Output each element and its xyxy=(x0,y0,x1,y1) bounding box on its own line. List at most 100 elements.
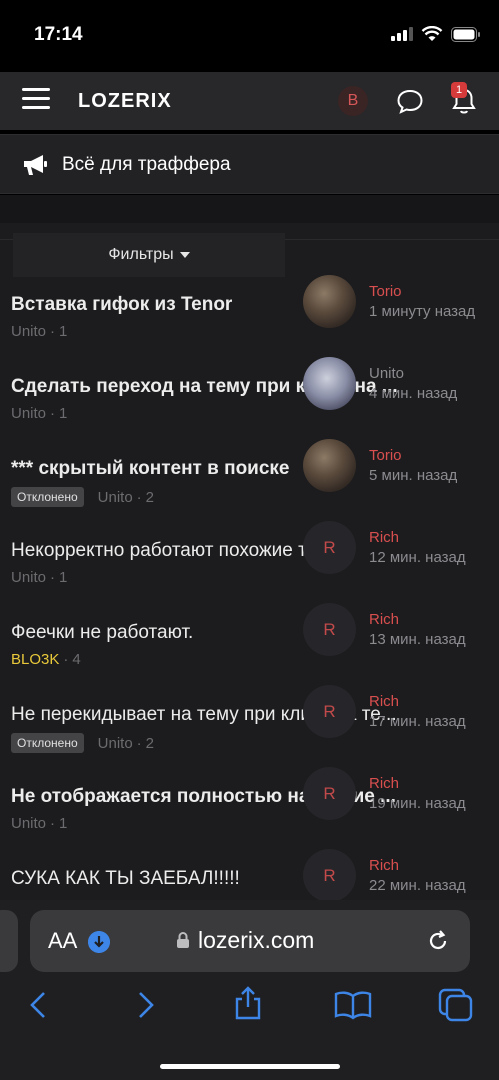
url-text[interactable]: lozerix.com xyxy=(198,927,314,954)
user-avatar[interactable]: B xyxy=(338,86,368,116)
last-poster-name[interactable]: Torio xyxy=(369,283,402,300)
last-poster-avatar[interactable] xyxy=(303,275,356,328)
last-post-time: 4 мин. назад xyxy=(369,385,458,402)
thread-title[interactable]: Не отображается полностью название ... xyxy=(11,785,431,809)
last-poster-avatar[interactable]: R xyxy=(303,685,356,738)
last-post-time: 13 мин. назад xyxy=(369,631,466,648)
status-icons xyxy=(391,26,481,42)
wifi-icon xyxy=(421,26,443,41)
chat-icon[interactable] xyxy=(396,88,424,114)
last-post-time: 5 мин. назад xyxy=(369,467,458,484)
reply-count: 1 xyxy=(59,405,68,422)
last-poster-name[interactable]: Torio xyxy=(369,447,402,464)
browser-toolbar: AA lozerix.com xyxy=(0,900,499,1080)
thread-title[interactable]: Некорректно работают похожие темы xyxy=(11,539,431,563)
last-post-time: 17 мин. назад xyxy=(369,713,466,730)
download-icon[interactable] xyxy=(88,931,110,953)
meta-separator: · xyxy=(63,651,69,668)
reply-count: 1 xyxy=(59,569,68,586)
meta-separator: · xyxy=(50,815,56,832)
battery-icon xyxy=(451,26,480,42)
thread-title[interactable]: Сделать переход на тему при клике на ... xyxy=(11,375,431,399)
reply-count: 4 xyxy=(72,651,81,668)
reply-count: 2 xyxy=(145,488,155,506)
thread-row[interactable]: Вставка гифок из Tenor Unito · 1 Torio 1… xyxy=(0,275,499,375)
thread-meta: Unito · 1 xyxy=(11,405,67,422)
tabs-icon[interactable] xyxy=(438,988,474,1022)
divider xyxy=(0,195,499,223)
page-settings-button[interactable]: AA xyxy=(48,928,77,954)
reply-count: 2 xyxy=(145,734,155,752)
last-poster-avatar[interactable]: R xyxy=(303,849,356,902)
last-poster-avatar[interactable]: R xyxy=(303,603,356,656)
thread-author[interactable]: Unito xyxy=(98,735,133,752)
thread-meta: Отклонено Unito · 2 xyxy=(11,487,154,507)
reload-icon[interactable] xyxy=(426,929,450,953)
meta-separator: · xyxy=(50,569,56,586)
last-poster-name[interactable]: Rich xyxy=(369,693,399,710)
previous-tab-edge[interactable] xyxy=(0,910,18,972)
last-poster-name[interactable]: Rich xyxy=(369,611,399,628)
address-bar[interactable]: AA lozerix.com xyxy=(30,910,470,972)
thread-title[interactable]: СУКА КАК ТЫ ЗАЕБАЛ!!!!! xyxy=(11,867,431,891)
thread-row[interactable]: Не отображается полностью название ... U… xyxy=(0,767,499,867)
site-logo[interactable]: LOZERIX xyxy=(78,90,172,113)
app-header: LOZERIX B 1 xyxy=(0,72,499,130)
thread-meta: Unito · 1 xyxy=(11,815,67,832)
status-time: 17:14 xyxy=(34,24,83,45)
thread-meta: Unito · 1 xyxy=(11,569,67,586)
thread-row[interactable]: Сделать переход на тему при клике на ...… xyxy=(0,357,499,457)
last-poster-name[interactable]: Rich xyxy=(369,775,399,792)
last-poster-name[interactable]: Unito xyxy=(369,365,404,382)
status-tag: Отклонено xyxy=(11,487,84,507)
thread-row[interactable]: Не перекидывает на тему при клике на те.… xyxy=(0,685,499,785)
filters-label: Фильтры xyxy=(108,246,174,263)
reply-count: 1 xyxy=(59,815,68,832)
meta-separator: · xyxy=(50,323,56,340)
back-icon[interactable] xyxy=(28,990,48,1020)
thread-row[interactable]: Феечки не работают. BLO3K · 4 R Rich 13 … xyxy=(0,603,499,703)
forward-icon[interactable] xyxy=(136,990,156,1020)
thread-author[interactable]: Unito xyxy=(11,815,46,832)
thread-list: Фильтры Вставка гифок из Tenor Unito · 1… xyxy=(0,223,499,910)
last-post-time: 12 мин. назад xyxy=(369,549,466,566)
meta-separator: · xyxy=(136,734,142,752)
thread-author[interactable]: Unito xyxy=(98,489,133,506)
notification-badge: 1 xyxy=(451,82,467,98)
section-header: Всё для траффера xyxy=(0,134,499,194)
last-post-time: 22 мин. назад xyxy=(369,877,466,894)
thread-row[interactable]: *** скрытый контент в поиске Отклонено U… xyxy=(0,439,499,539)
aa-label: AA xyxy=(48,928,78,953)
thread-author[interactable]: Unito xyxy=(11,569,46,586)
share-icon[interactable] xyxy=(232,986,264,1020)
status-tag: Отклонено xyxy=(11,733,84,753)
last-poster-name[interactable]: Rich xyxy=(369,857,399,874)
thread-meta: BLO3K · 4 xyxy=(11,651,81,668)
bookmarks-icon[interactable] xyxy=(334,990,372,1020)
thread-title[interactable]: Не перекидывает на тему при клике на те.… xyxy=(11,703,431,727)
thread-title[interactable]: Вставка гифок из Tenor xyxy=(11,293,431,317)
thread-meta: Unito · 1 xyxy=(11,323,67,340)
thread-author[interactable]: BLO3K xyxy=(11,651,59,668)
last-poster-avatar[interactable]: R xyxy=(303,767,356,820)
last-poster-avatar[interactable] xyxy=(303,357,356,410)
last-poster-avatar[interactable] xyxy=(303,439,356,492)
thread-title[interactable]: *** скрытый контент в поиске xyxy=(11,457,431,481)
lock-icon xyxy=(177,932,189,948)
signal-icon xyxy=(391,27,413,41)
thread-meta: Отклонено Unito · 2 xyxy=(11,733,154,753)
last-post-time: 1 минуту назад xyxy=(369,303,476,320)
last-poster-name[interactable]: Rich xyxy=(369,529,399,546)
thread-author[interactable]: Unito xyxy=(11,405,46,422)
megaphone-icon xyxy=(24,155,47,175)
browser-nav xyxy=(0,986,499,1022)
filters-button[interactable]: Фильтры xyxy=(13,233,285,277)
thread-row[interactable]: Некорректно работают похожие темы Unito … xyxy=(0,521,499,621)
last-poster-avatar[interactable]: R xyxy=(303,521,356,574)
caret-down-icon xyxy=(179,252,190,258)
menu-icon[interactable] xyxy=(22,88,50,110)
thread-author[interactable]: Unito xyxy=(11,323,46,340)
meta-separator: · xyxy=(136,488,142,506)
thread-title[interactable]: Феечки не работают. xyxy=(11,621,431,645)
last-post-time: 19 мин. назад xyxy=(369,795,466,812)
